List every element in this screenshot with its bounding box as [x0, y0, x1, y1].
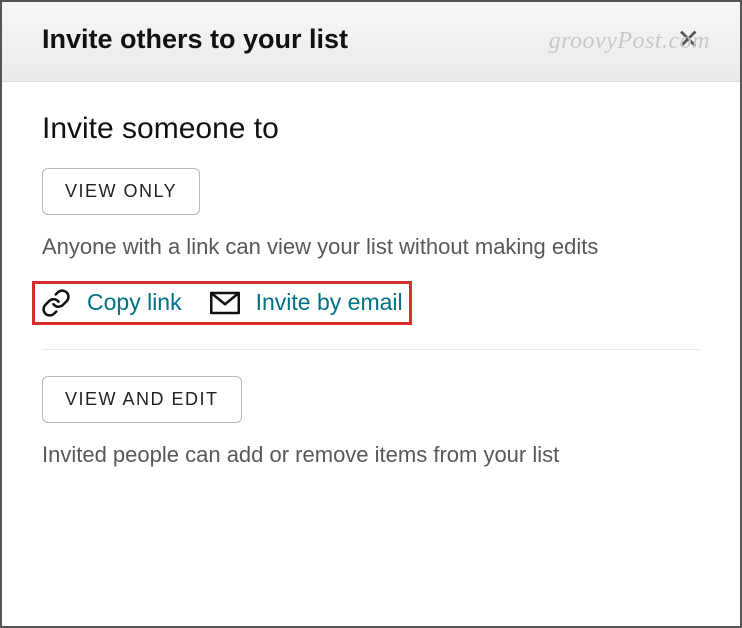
- copy-link-action[interactable]: Copy link: [41, 288, 182, 318]
- dialog-content: Invite someone to VIEW ONLY Anyone with …: [2, 82, 740, 509]
- view-and-edit-button[interactable]: VIEW AND EDIT: [42, 376, 242, 423]
- actions-highlight: Copy link Invite by email: [32, 281, 412, 325]
- copy-link-label: Copy link: [87, 289, 182, 316]
- dialog-title: Invite others to your list: [42, 24, 348, 55]
- email-icon: [210, 291, 240, 315]
- invite-email-action[interactable]: Invite by email: [210, 289, 403, 316]
- invite-email-label: Invite by email: [256, 289, 403, 316]
- close-button[interactable]: ✕: [677, 26, 700, 54]
- close-icon: ✕: [677, 24, 700, 55]
- section-title: Invite someone to: [42, 112, 700, 146]
- link-icon: [41, 288, 71, 318]
- view-only-button[interactable]: VIEW ONLY: [42, 168, 200, 215]
- view-only-description: Anyone with a link can view your list wi…: [42, 231, 700, 263]
- section-divider: [42, 349, 700, 350]
- view-edit-description: Invited people can add or remove items f…: [42, 439, 700, 471]
- dialog-header: Invite others to your list ✕: [2, 2, 740, 82]
